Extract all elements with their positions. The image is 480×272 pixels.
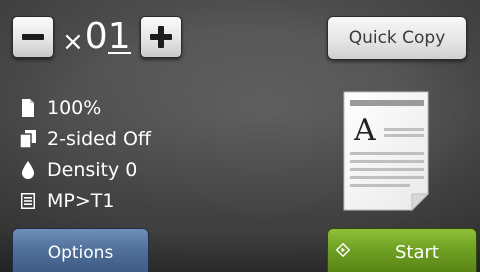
copy-screen: × 01 Quick Copy 100% 2-sided Off Density… [0,0,480,272]
tray-icon [20,191,36,211]
setting-label: 2-sided Off [47,127,152,150]
setting-enlarge-reduce[interactable]: 100% [20,92,280,123]
options-button[interactable]: Options [12,228,149,272]
decrease-copies-button[interactable] [12,16,54,58]
times-symbol: × [62,27,84,57]
copies-leading-digit: 0 [84,16,108,57]
quick-copy-button[interactable]: Quick Copy [327,16,467,60]
start-label: Start [395,242,439,263]
copies-cursor-digit: 1 [107,16,131,57]
document-preview-icon: A [343,91,430,212]
settings-list: 100% 2-sided Off Density 0 MP>T1 [20,92,280,216]
minus-icon [22,26,44,48]
setting-label: Density 0 [47,158,138,181]
setting-label: MP>T1 [47,189,115,212]
start-button[interactable]: Start [327,228,477,272]
copies-count-display[interactable]: × 01 [62,14,131,60]
setting-label: 100% [47,96,102,119]
increase-copies-button[interactable] [140,16,182,58]
density-drop-icon [20,160,36,180]
plus-icon [150,26,172,48]
preview-letter: A [353,113,376,148]
copies-count: 01 [85,14,131,60]
page-size-icon [20,98,36,118]
setting-2-sided[interactable]: 2-sided Off [20,123,280,154]
two-sided-icon [20,129,36,149]
setting-tray[interactable]: MP>T1 [20,185,280,216]
setting-density[interactable]: Density 0 [20,154,280,185]
